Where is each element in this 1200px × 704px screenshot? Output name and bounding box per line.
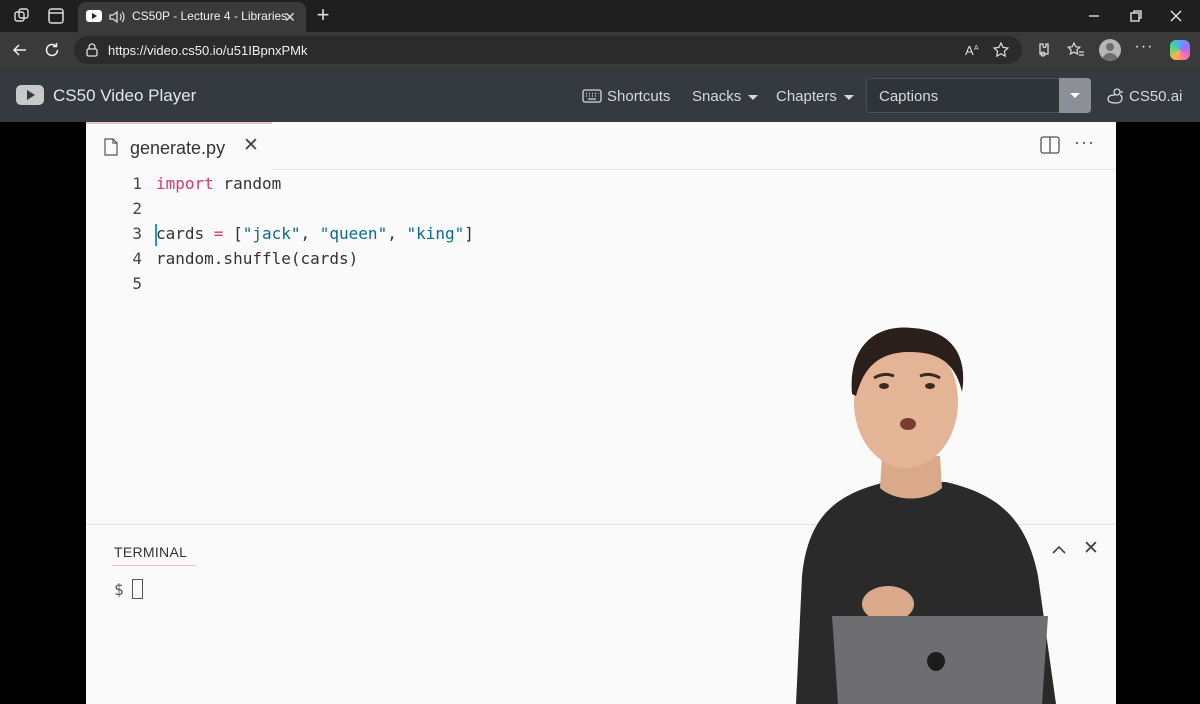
snacks-label: Snacks (692, 88, 742, 105)
line-content: import random (156, 174, 281, 193)
line-number: 3 (132, 224, 142, 243)
line-number: 1 (132, 174, 142, 193)
code-line[interactable]: 2 (86, 199, 1116, 224)
captions-selected-value: Captions (879, 88, 939, 105)
string-token: "jack" (242, 224, 301, 243)
brand-title[interactable]: CS50 Video Player (53, 86, 196, 106)
code-line[interactable]: 4 random.shuffle(cards) (86, 249, 1116, 274)
captions-select[interactable]: Captions (866, 78, 1091, 113)
editor-more-icon[interactable]: ··· (1074, 132, 1096, 152)
browser-tab-active[interactable]: CS50P - Lecture 4 - Libraries ✕ (78, 2, 306, 32)
line-content: cards = ["jack", "queen", "king"] (156, 224, 474, 243)
favorite-star-icon[interactable] (992, 41, 1010, 59)
favorites-icon[interactable] (1066, 40, 1086, 60)
chapters-dropdown[interactable]: Chapters (776, 88, 854, 105)
tab-title: CS50P - Lecture 4 - Libraries (132, 9, 288, 23)
string-token: "queen" (319, 224, 388, 243)
line-number: 5 (132, 274, 142, 293)
address-bar[interactable]: https://video.cs50.io/u51IBpnxPMk A A (74, 36, 1022, 64)
captions-dropdown-button[interactable] (1059, 78, 1091, 113)
code-line[interactable]: 1 import random (86, 174, 1116, 199)
file-icon (104, 138, 118, 156)
speaker-icon[interactable] (108, 8, 126, 26)
read-aloud-icon[interactable]: A A (964, 41, 982, 59)
browser-more-icon[interactable]: ··· (1134, 39, 1154, 60)
code-line[interactable]: 3 cards = ["jack", "queen", "king"] (86, 224, 1116, 249)
text-cursor (155, 224, 157, 246)
string-token: "king" (406, 224, 465, 243)
url-text[interactable]: https://video.cs50.io/u51IBpnxPMk (108, 43, 307, 58)
line-number: 4 (132, 249, 142, 268)
tab-close-icon[interactable]: ✕ (282, 9, 298, 25)
extensions-icon[interactable] (1034, 40, 1054, 60)
terminal-close-icon[interactable]: ✕ (1082, 539, 1100, 559)
terminal-prompt: $ (114, 580, 124, 599)
browser-toolbar: https://video.cs50.io/u51IBpnxPMk A A ··… (0, 32, 1200, 68)
keyword-token: import (156, 174, 214, 193)
line-number: 2 (132, 199, 142, 218)
tab-actions-icon[interactable] (46, 6, 66, 26)
editor-tab-filename: generate.py (130, 138, 226, 158)
terminal-title[interactable]: TERMINAL (114, 544, 187, 560)
svg-text:A: A (974, 45, 979, 52)
keyboard-icon[interactable] (582, 89, 602, 103)
svg-text:A: A (965, 43, 974, 58)
back-icon[interactable] (10, 40, 30, 60)
chevron-down-icon (843, 94, 854, 100)
editor-tab-generate[interactable]: generate.py ✕ (86, 122, 272, 170)
refresh-icon[interactable] (42, 40, 62, 60)
editor-tab-close-icon[interactable]: ✕ (242, 136, 260, 156)
code-token: [ (223, 224, 243, 243)
chapters-label: Chapters (776, 88, 837, 105)
terminal-cursor (132, 579, 143, 599)
editor-tab-divider (272, 169, 1116, 170)
close-window-icon[interactable] (1166, 6, 1186, 26)
code-token: ] (464, 224, 474, 243)
profile-avatar[interactable] (1099, 39, 1121, 61)
line-content: random.shuffle(cards) (156, 249, 358, 268)
code-token: random.shuffle(cards) (156, 249, 359, 268)
snacks-dropdown[interactable]: Snacks (692, 88, 759, 105)
duck-icon[interactable] (1106, 87, 1124, 105)
minimize-icon[interactable] (1084, 6, 1104, 26)
cs50-header: CS50 Video Player Shortcuts Snacks Chapt… (0, 68, 1200, 122)
operator-token: = (213, 224, 224, 243)
code-token: random (213, 174, 282, 193)
video-player-logo-icon[interactable] (16, 85, 44, 105)
copilot-icon[interactable] (1170, 40, 1190, 60)
workspaces-icon[interactable] (12, 6, 32, 26)
site-info-icon[interactable] (84, 42, 100, 58)
code-line[interactable]: 5 (86, 274, 1116, 299)
terminal-tab-indicator (112, 565, 196, 566)
browser-tab-strip: CS50P - Lecture 4 - Libraries ✕ + (0, 0, 1200, 32)
code-token: , (300, 224, 320, 243)
youtube-favicon-icon (86, 10, 102, 22)
new-tab-button[interactable]: + (312, 4, 334, 27)
video-frame[interactable]: generate.py ✕ ··· 1 import random 2 3 cards … (0, 122, 1200, 704)
code-token: cards (156, 224, 214, 243)
shortcuts-link[interactable]: Shortcuts (607, 88, 670, 105)
restore-icon[interactable] (1126, 6, 1146, 26)
code-token: , (387, 224, 407, 243)
split-editor-icon[interactable] (1040, 136, 1060, 154)
cs50-ai-link[interactable]: CS50.ai (1129, 88, 1182, 105)
chevron-down-icon (748, 94, 759, 100)
presenter-image (796, 327, 1056, 704)
